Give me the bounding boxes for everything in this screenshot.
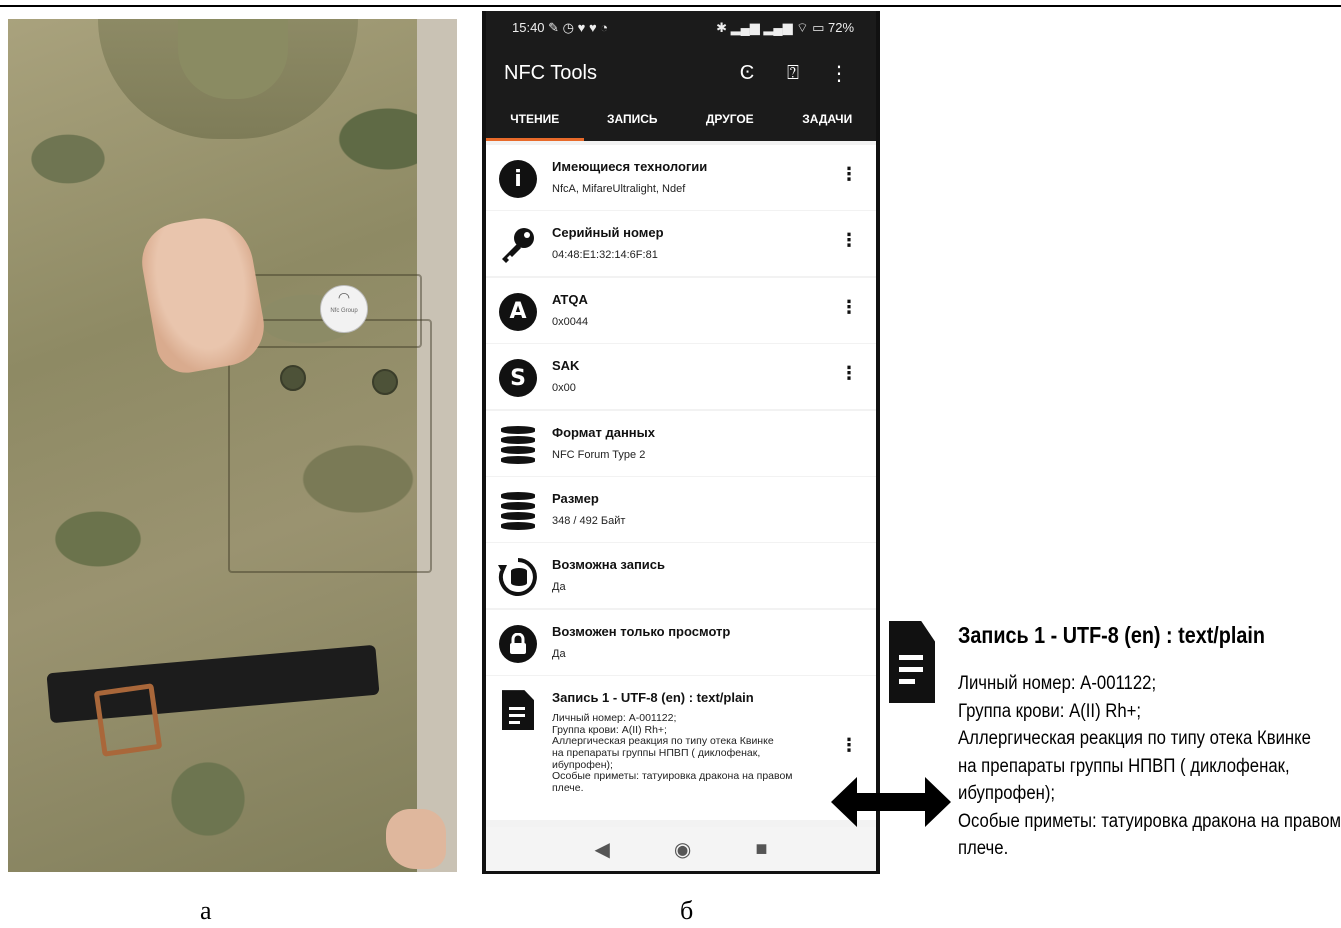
tag-info-list: i Имеющиеся технологии NfcA, MifareUltral… [486, 141, 876, 821]
uniform-photo: ◠ Nfc Group [8, 19, 457, 872]
lock-icon [499, 624, 537, 663]
letter-a-icon: A [499, 292, 537, 331]
item-title: Серийный номер [552, 225, 664, 241]
help-icon[interactable]: ⍰ [770, 62, 816, 85]
tab-read[interactable]: ЧТЕНИЕ [486, 101, 584, 141]
item-title: Формат данных [552, 424, 655, 440]
list-item-atqa[interactable]: A ATQA 0x0044 ⋮ [486, 277, 876, 343]
list-item-size[interactable]: Размер 348 / 492 Байт [486, 476, 876, 542]
belt-buckle [93, 683, 163, 757]
item-title: ATQA [552, 291, 588, 307]
item-menu-icon[interactable]: ⋮ [840, 736, 858, 754]
hand [135, 210, 271, 378]
double-arrow-icon [831, 777, 951, 827]
phone-frame: 15:40 ✎ ◷ ♥ ♥ ◔ ✱ ▂▄▆ ▂▄▆ ⌔ ▭ 72% NFC To… [482, 11, 880, 874]
zoomed-record-title: Запись 1 - UTF-8 (en) : text/plain [958, 622, 1265, 648]
list-item-sak[interactable]: S SAK 0x00 ⋮ [486, 344, 876, 410]
list-item-record[interactable]: Запись 1 - UTF-8 (en) : text/plain Личный… [486, 676, 876, 821]
hand [386, 809, 446, 869]
item-value: Да [552, 647, 566, 660]
pocket-button [280, 365, 306, 391]
document-icon [502, 690, 534, 731]
item-title: Возможен только просмотр [552, 623, 731, 639]
item-menu-icon[interactable]: ⋮ [840, 364, 858, 382]
item-value: NfcA, MifareUltralight, Ndef [552, 183, 686, 195]
list-item-serial[interactable]: Серийный номер 04:48:E1:32:14:6F:81 ⋮ [486, 211, 876, 277]
item-value: 04:48:E1:32:14:6F:81 [552, 249, 658, 262]
tab-bar: ЧТЕНИЕ ЗАПИСЬ ДРУГОЕ ЗАДАЧИ [486, 101, 876, 141]
status-time: 15:40 [512, 20, 545, 35]
recents-icon[interactable]: ■ [755, 838, 767, 861]
key-icon [498, 225, 538, 265]
overflow-menu-icon[interactable]: ⋮ [816, 61, 862, 86]
tab-write[interactable]: ЗАПИСЬ [584, 101, 682, 141]
battery-level: 72 [827, 20, 843, 35]
tab-tasks[interactable]: ЗАДАЧИ [779, 101, 877, 141]
nfc-c-icon[interactable]: Ͼ [724, 62, 770, 85]
phone-screen: 15:40 ✎ ◷ ♥ ♥ ◔ ✱ ▂▄▆ ▂▄▆ ⌔ ▭ 72% NFC To… [486, 11, 876, 871]
item-menu-icon[interactable]: ⋮ [840, 165, 858, 183]
item-menu-icon[interactable]: ⋮ [840, 231, 858, 249]
status-bar: 15:40 ✎ ◷ ♥ ♥ ◔ ✱ ▂▄▆ ▂▄▆ ⌔ ▭ 72% [486, 11, 876, 45]
list-item-data-format[interactable]: Формат данных NFC Forum Type 2 [486, 410, 876, 476]
item-value: 0x00 [552, 382, 576, 395]
top-rule [0, 5, 1341, 7]
panel-label-b: б [680, 896, 694, 925]
item-value: NFC Forum Type 2 [552, 448, 646, 461]
record-title: Запись 1 - UTF-8 (en) : text/plain [552, 690, 754, 706]
info-icon: i [499, 160, 537, 198]
notification-icons: ✎ ◷ ♥ ♥ ◔ [548, 20, 609, 35]
panel-label-a: а [200, 896, 212, 925]
item-value: 348 / 492 Байт [552, 514, 626, 527]
item-title: Имеющиеся технологии [552, 159, 708, 174]
back-icon[interactable]: ◀ [595, 837, 610, 862]
status-icons: ✱ ▂▄▆ ▂▄▆ ⌔ ▭ 72% [716, 20, 854, 35]
database-icon [501, 491, 535, 530]
nfc-tag-label: Nfc Group [330, 308, 358, 314]
pocket-button [372, 369, 398, 395]
document-icon-large [889, 621, 935, 703]
list-item-technologies[interactable]: i Имеющиеся технологии NfcA, MifareUltral… [486, 145, 876, 210]
list-item-read-only[interactable]: Возможен только просмотр Да [486, 609, 876, 675]
record-text: Личный номер: А-001122; Группа крови: А(… [552, 712, 793, 794]
list-item-writable[interactable]: Возможна запись Да [486, 543, 876, 609]
app-title: NFC Tools [504, 61, 597, 84]
database-icon [501, 425, 535, 464]
app-bar: NFC Tools Ͼ ⍰ ⋮ [486, 45, 876, 101]
rewrite-icon [498, 557, 538, 597]
zoomed-record-text: Личный номер: А-001122; Группа крови: А(… [958, 673, 1341, 859]
item-title: SAK [552, 358, 580, 374]
chest-pocket [228, 319, 432, 573]
letter-s-icon: S [499, 359, 537, 398]
nfc-tag-sticker: ◠ Nfc Group [320, 285, 368, 333]
home-icon[interactable]: ◉ [674, 837, 691, 862]
navigation-bar: ◀ ◉ ■ [486, 827, 876, 871]
item-value: Да [552, 581, 566, 594]
item-value: 0x0044 [552, 315, 589, 328]
nfc-wave-icon: ◠ [337, 289, 351, 305]
tab-other[interactable]: ДРУГОЕ [681, 101, 779, 141]
item-title: Размер [552, 490, 599, 506]
item-menu-icon[interactable]: ⋮ [840, 298, 858, 316]
item-title: Возможна запись [552, 557, 666, 573]
